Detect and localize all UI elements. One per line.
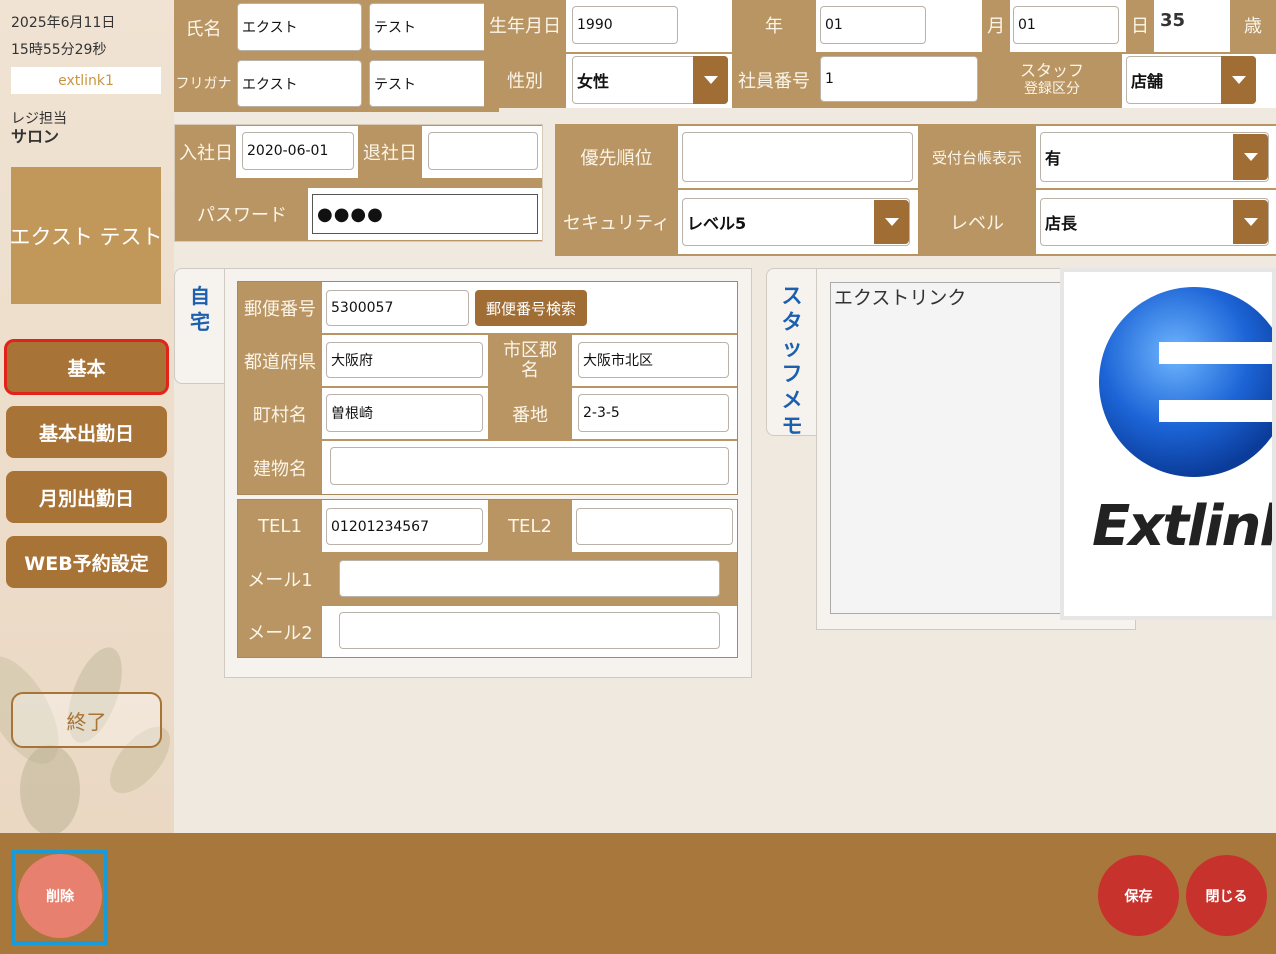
security-label: セキュリティ [555,190,678,254]
level-dropdown-icon[interactable] [1233,200,1268,244]
exit-button[interactable]: 終了 [11,692,162,748]
name-label: 氏名 [174,0,233,55]
postal-code-input[interactable]: 5300057 [326,290,469,326]
close-button[interactable]: 閉じる [1186,855,1267,936]
password-input[interactable]: ●●●● [312,194,538,234]
save-button[interactable]: 保存 [1098,855,1179,936]
tab-staff-memo-char: ス [781,284,803,308]
priority-input[interactable] [682,132,913,182]
birth-month-input[interactable]: 01 [820,6,926,44]
tel2-label: TEL2 [488,500,572,552]
town-label: 町村名 [238,388,322,439]
delete-button[interactable]: 削除 [18,854,102,938]
current-date: 2025年6月11日 [11,15,116,31]
register-name: サロン [11,127,60,146]
staff-registration-label-line2: 登録区分 [1024,81,1080,97]
gender-label: 性別 [484,54,566,106]
sidebar: 2025年6月11日 15時55分29秒 extlink1 レジ担当 サロン エ… [0,0,174,833]
nav-basic-button[interactable]: 基本 [4,339,169,395]
birth-year-input[interactable]: 1990 [572,6,678,44]
city-label-line2: 名 [521,359,539,381]
extlink-logo [1099,287,1272,477]
mail1-label: メール1 [238,554,322,604]
employee-no-label: 社員番号 [732,54,816,106]
day-label: 日 [1126,0,1154,50]
kana-first-input[interactable]: テスト [369,60,494,107]
banchi-label: 番地 [488,388,572,439]
logo-text: Extlink [1092,494,1276,559]
kana-label: フリガナ [174,57,233,109]
prefecture-input[interactable]: 大阪府 [326,342,483,378]
tab-staff-memo-char: フ [781,362,803,386]
store-name: extlink1 [11,67,161,94]
mail2-input[interactable] [339,612,720,649]
ledger-display-label: 受付台帳表示 [918,126,1036,188]
footer-bar [0,833,1276,954]
postal-code-label: 郵便番号 [238,282,322,333]
building-input[interactable] [330,447,729,485]
last-name-input[interactable]: エクスト [237,3,362,51]
staff-name-card: エクスト テスト [9,167,163,304]
birthdate-label: 生年月日 [484,0,566,50]
staff-photo: Extlink [1060,268,1276,620]
mail1-input[interactable] [339,560,720,597]
leave-date-input[interactable] [428,132,538,170]
tab-staff-memo-char: メ [781,388,803,412]
tab-home-char1: 自 [190,284,210,308]
birth-day-input[interactable]: 01 [1013,6,1119,44]
ledger-display-dropdown-icon[interactable] [1233,134,1268,180]
month-label: 月 [982,0,1010,50]
security-dropdown-icon[interactable] [874,200,909,244]
banchi-input[interactable]: 2-3-5 [578,394,729,432]
prefecture-label: 都道府県 [238,335,322,386]
nav-basic-workdays-button[interactable]: 基本出勤日 [6,406,167,458]
building-label: 建物名 [238,441,322,494]
tab-staff-memo-char: ッ [781,336,803,360]
city-label: 市区郡 名 [488,335,572,386]
staff-registration-label-line1: スタッフ [1019,61,1084,80]
city-input[interactable]: 大阪市北区 [578,342,729,378]
password-label: パスワード [176,188,308,240]
tel1-input[interactable]: 01201234567 [326,508,483,545]
leave-date-label: 退社日 [358,126,422,178]
tab-home-char2: 宅 [190,310,210,334]
nav-monthly-workdays-button[interactable]: 月別出勤日 [6,471,167,523]
tab-home[interactable]: 自 宅 [174,268,226,384]
tel1-label: TEL1 [238,500,322,552]
current-time: 15時55分29秒 [11,42,107,58]
mail2-label: メール2 [238,606,322,657]
join-date-label: 入社日 [176,126,236,178]
staff-memo-textarea[interactable]: エクストリンク [830,282,1066,614]
level-label: レベル [918,190,1036,254]
gender-dropdown-icon[interactable] [693,56,728,104]
first-name-input[interactable]: テスト [369,3,494,51]
kana-last-input[interactable]: エクスト [237,60,362,107]
staff-registration-label: スタッフ 登録区分 [982,54,1122,106]
tab-staff-memo[interactable]: ス タ ッ フ メ モ [766,268,818,438]
city-label-line1: 市区郡 [503,339,557,361]
employee-no-input[interactable]: 1 [820,56,978,102]
tab-staff-memo-char: タ [781,310,803,334]
join-date-input[interactable]: 2020-06-01 [242,132,354,170]
priority-label: 優先順位 [555,126,678,188]
year-label: 年 [732,0,816,50]
tab-staff-memo-char: モ [781,414,803,438]
tel2-input[interactable] [576,508,733,545]
age-value: 35 [1154,0,1230,52]
postal-search-button[interactable]: 郵便番号検索 [475,290,587,326]
age-label: 歳 [1230,0,1276,50]
nav-web-reservation-button[interactable]: WEB予約設定 [6,536,167,588]
staff-registration-dropdown-icon[interactable] [1221,56,1256,104]
town-input[interactable]: 曽根崎 [326,394,483,432]
